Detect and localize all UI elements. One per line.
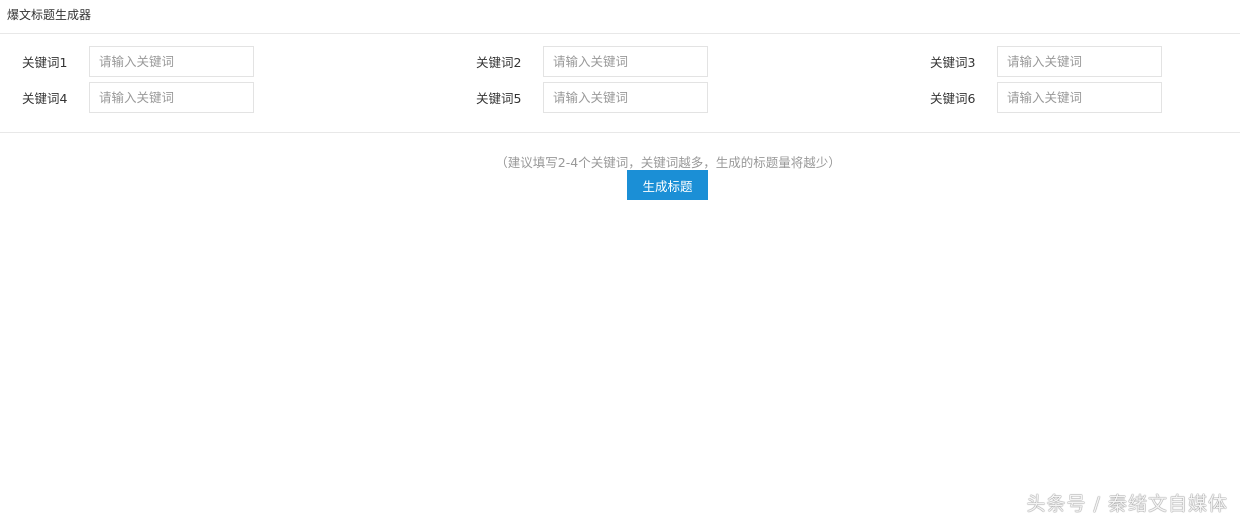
keyword-label-6: 关键词6 (930, 91, 976, 106)
page-header: 爆文标题生成器 (0, 0, 1240, 34)
keyword-field-2: 关键词2 (476, 46, 708, 77)
keyword-field-5: 关键词5 (476, 82, 708, 113)
keyword-field-6: 关键词6 (930, 82, 1162, 113)
keyword-label-3: 关键词3 (930, 55, 976, 70)
keyword-field-3: 关键词3 (930, 46, 1162, 77)
keyword-input-1[interactable] (89, 46, 254, 77)
keyword-input-5[interactable] (543, 82, 708, 113)
page-title: 爆文标题生成器 (7, 8, 92, 22)
keyword-input-6[interactable] (997, 82, 1162, 113)
keyword-field-1: 关键词1 (22, 46, 254, 77)
keyword-field-4: 关键词4 (22, 82, 254, 113)
keyword-form: 关键词1 关键词2 关键词3 关键词4 关键词5 关键词6 (0, 34, 1240, 133)
watermark: 头条号 / 秦绪文自媒体 (1026, 493, 1228, 515)
keyword-input-2[interactable] (543, 46, 708, 77)
keyword-label-4: 关键词4 (22, 91, 68, 106)
keyword-input-4[interactable] (89, 82, 254, 113)
keyword-label-1: 关键词1 (22, 55, 68, 70)
generate-title-button[interactable]: 生成标题 (627, 170, 708, 200)
hint-text: （建议填写2-4个关键词，关键词越多，生成的标题量将越少） (495, 155, 841, 170)
keyword-input-3[interactable] (997, 46, 1162, 77)
keyword-label-2: 关键词2 (476, 55, 522, 70)
keyword-label-5: 关键词5 (476, 91, 522, 106)
